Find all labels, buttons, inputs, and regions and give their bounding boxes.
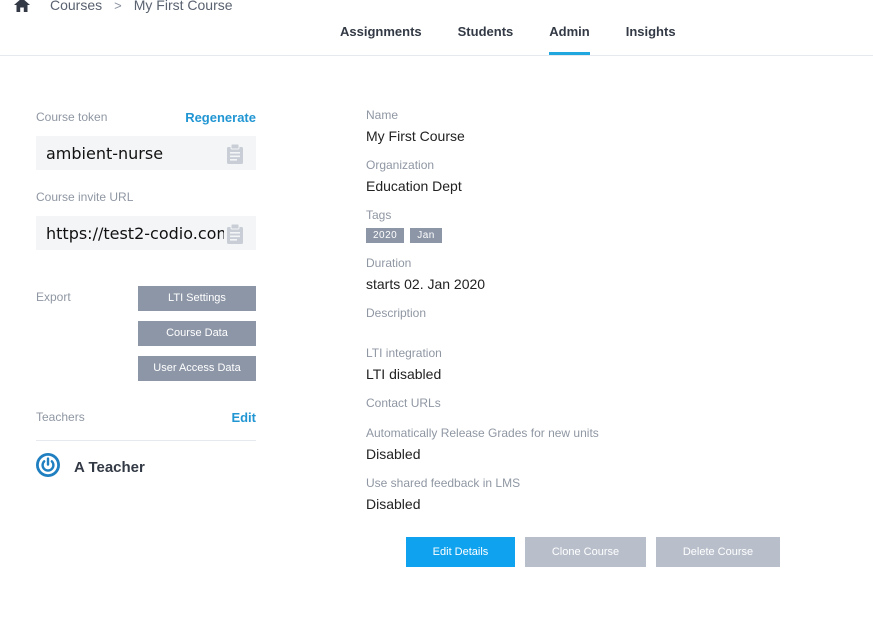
lti-integration-label: LTI integration — [366, 346, 442, 360]
contact-urls-label: Contact URLs — [366, 396, 441, 410]
course-links-panel: Course token Regenerate ambient-nurse Co… — [36, 108, 256, 250]
tag-list: 2020 Jan — [366, 228, 448, 243]
export-label: Export — [36, 290, 71, 304]
top-bar: Courses > My First Course Assignments St… — [0, 0, 873, 56]
tags-label: Tags — [366, 208, 392, 222]
clipboard-icon[interactable] — [226, 143, 244, 164]
teachers-section: Teachers Edit A Teacher — [36, 408, 256, 482]
shared-feedback-value: Disabled — [366, 496, 421, 512]
organization-label: Organization — [366, 158, 435, 172]
duration-label: Duration — [366, 256, 412, 270]
course-actions: Edit Details Clone Course Delete Course — [406, 537, 790, 567]
teacher-name: A Teacher — [74, 459, 145, 476]
delete-course-button[interactable]: Delete Course — [656, 537, 780, 567]
breadcrumb-separator: > — [114, 0, 122, 13]
invite-url-value: https://test2-codio.com — [46, 223, 224, 243]
tab-insights[interactable]: Insights — [626, 24, 676, 55]
edit-teachers-link[interactable]: Edit — [231, 410, 256, 425]
user-access-data-button[interactable]: User Access Data — [138, 356, 256, 381]
regenerate-link[interactable]: Regenerate — [185, 110, 256, 125]
lti-settings-button[interactable]: LTI Settings — [138, 286, 256, 311]
teachers-label: Teachers — [36, 410, 85, 424]
tag-badge: 2020 — [366, 228, 405, 243]
tag-badge: Jan — [410, 228, 442, 243]
course-token-field[interactable]: ambient-nurse — [36, 136, 256, 170]
edit-details-button[interactable]: Edit Details — [406, 537, 515, 567]
power-icon — [36, 453, 60, 482]
duration-value: starts 02. Jan 2020 — [366, 276, 486, 292]
teacher-item[interactable]: A Teacher — [36, 453, 256, 482]
name-label: Name — [366, 108, 399, 122]
tab-bar: Assignments Students Admin Insights — [340, 24, 712, 55]
clone-course-button[interactable]: Clone Course — [525, 537, 646, 567]
breadcrumb: Courses > My First Course — [14, 0, 233, 14]
clipboard-icon[interactable] — [226, 223, 244, 244]
export-section: Export LTI Settings Course Data User Acc… — [36, 286, 256, 381]
organization-value: Education Dept — [366, 178, 462, 194]
release-grades-value: Disabled — [366, 446, 421, 462]
teachers-divider — [36, 440, 256, 441]
name-value: My First Course — [366, 128, 465, 144]
breadcrumb-courses[interactable]: Courses — [50, 0, 102, 13]
breadcrumb-current: My First Course — [133, 0, 233, 13]
home-icon[interactable] — [14, 0, 32, 14]
lti-integration-value: LTI disabled — [366, 366, 442, 382]
course-data-button[interactable]: Course Data — [138, 321, 256, 346]
release-grades-label: Automatically Release Grades for new uni… — [366, 426, 599, 440]
course-token-value: ambient-nurse — [46, 143, 164, 163]
invite-url-field[interactable]: https://test2-codio.com — [36, 216, 256, 250]
tab-assignments[interactable]: Assignments — [340, 24, 422, 55]
shared-feedback-label: Use shared feedback in LMS — [366, 476, 521, 490]
tab-admin[interactable]: Admin — [549, 24, 591, 55]
course-token-label: Course token — [36, 110, 108, 124]
description-label: Description — [366, 306, 427, 320]
invite-url-label: Course invite URL — [36, 190, 134, 204]
tab-students[interactable]: Students — [458, 24, 514, 55]
